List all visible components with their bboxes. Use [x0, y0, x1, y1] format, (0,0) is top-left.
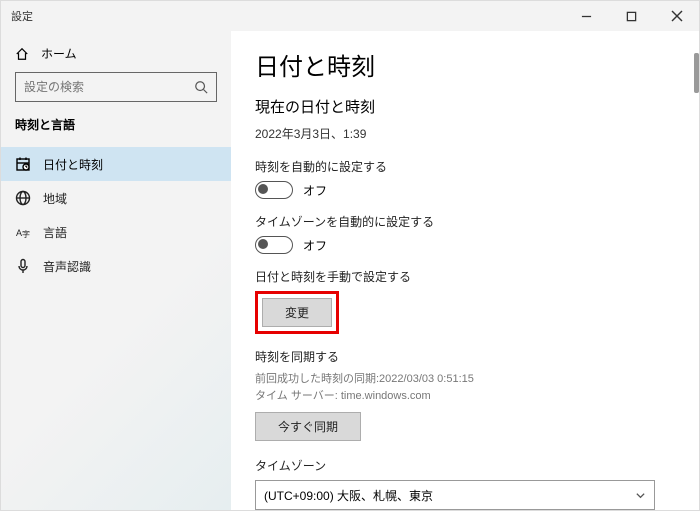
- change-button[interactable]: 変更: [262, 298, 332, 327]
- auto-time-label: 時刻を自動的に設定する: [255, 158, 675, 175]
- sync-server: タイム サーバー: time.windows.com: [255, 388, 675, 405]
- sidebar-item-language[interactable]: A字 言語: [1, 215, 231, 249]
- sidebar-item-label: 言語: [43, 224, 67, 241]
- sync-last: 前回成功した時刻の同期:2022/03/03 0:51:15: [255, 371, 675, 388]
- scrollbar-thumb[interactable]: [694, 53, 699, 93]
- sidebar-item-label: 地域: [43, 190, 67, 207]
- svg-text:字: 字: [22, 229, 30, 239]
- sidebar-item-label: 音声認識: [43, 258, 91, 275]
- current-datetime-value: 2022年3月3日、1:39: [255, 125, 675, 142]
- current-datetime-heading: 現在の日付と時刻: [255, 96, 675, 117]
- microphone-icon: [15, 258, 31, 274]
- minimize-button[interactable]: [564, 1, 609, 31]
- sidebar-item-speech[interactable]: 音声認識: [1, 249, 231, 283]
- globe-icon: [15, 190, 31, 206]
- sync-now-button[interactable]: 今すぐ同期: [255, 412, 361, 441]
- home-icon: [15, 47, 29, 61]
- close-button[interactable]: [654, 1, 699, 31]
- datetime-icon: [15, 156, 31, 172]
- nav-section-heading: 時刻と言語: [15, 116, 217, 133]
- sync-heading: 時刻を同期する: [255, 348, 675, 365]
- auto-tz-state: オフ: [303, 237, 327, 254]
- window-title: 設定: [11, 8, 33, 24]
- tz-value: (UTC+09:00) 大阪、札幌、東京: [264, 487, 433, 504]
- auto-tz-toggle[interactable]: [255, 236, 293, 254]
- manual-set-label: 日付と時刻を手動で設定する: [255, 268, 675, 285]
- home-label: ホーム: [41, 45, 77, 62]
- search-box[interactable]: [15, 72, 217, 102]
- tz-heading: タイムゾーン: [255, 457, 675, 474]
- home-link[interactable]: ホーム: [15, 41, 217, 72]
- search-input[interactable]: [24, 80, 194, 94]
- language-icon: A字: [15, 224, 31, 240]
- search-icon: [194, 80, 208, 94]
- page-title: 日付と時刻: [255, 47, 675, 82]
- auto-time-state: オフ: [303, 182, 327, 199]
- auto-tz-label: タイムゾーンを自動的に設定する: [255, 213, 675, 230]
- titlebar: 設定: [1, 1, 699, 31]
- sidebar-item-label: 日付と時刻: [43, 156, 103, 173]
- chevron-down-icon: [635, 490, 646, 501]
- highlight-box: 変更: [255, 291, 339, 334]
- maximize-button[interactable]: [609, 1, 654, 31]
- content-pane: 日付と時刻 現在の日付と時刻 2022年3月3日、1:39 時刻を自動的に設定す…: [231, 31, 699, 510]
- sidebar-item-datetime[interactable]: 日付と時刻: [1, 147, 231, 181]
- sidebar-item-region[interactable]: 地域: [1, 181, 231, 215]
- auto-time-toggle[interactable]: [255, 181, 293, 199]
- sidebar: ホーム 時刻と言語 日付と時刻 地域 A字 言語 音声認識: [1, 31, 231, 510]
- tz-select[interactable]: (UTC+09:00) 大阪、札幌、東京: [255, 480, 655, 510]
